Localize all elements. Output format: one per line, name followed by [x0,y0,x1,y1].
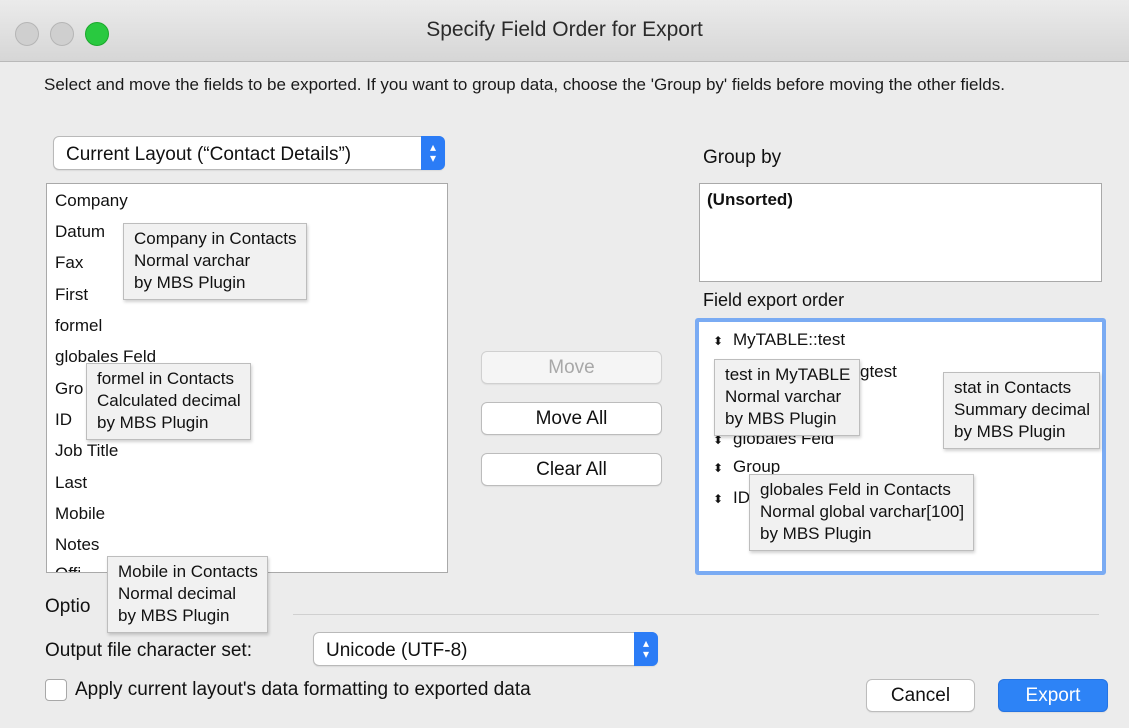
charset-value: Unicode (UTF-8) [326,640,468,661]
move-all-button-label: Move All [535,408,608,429]
order-item-mytable-test[interactable]: ⬍ MyTABLE::test [713,330,845,350]
popup-stepper-icon: ▴ ▾ [421,136,445,170]
list-item-formel[interactable]: formel [55,316,102,336]
clear-all-button-label: Clear All [536,459,607,480]
cancel-button[interactable]: Cancel [866,679,975,712]
instructions-text: Select and move the fields to be exporte… [44,75,1005,94]
export-button[interactable]: Export [998,679,1108,712]
tooltip-globales-feld: globales Feld in Contacts Normal global v… [749,474,975,551]
order-item-id[interactable]: ⬍ ID [713,488,750,508]
title-bar: Specify Field Order for Export [0,0,1129,62]
list-item-first[interactable]: First [55,285,88,305]
list-item-office[interactable]: Offi [55,564,81,572]
list-item-company[interactable]: Company [55,191,128,211]
apply-formatting-checkbox[interactable] [45,679,67,701]
charset-label: Output file character set: [45,640,252,661]
tooltip-company: Company in Contacts Normal varchar by MBS … [123,223,307,300]
apply-formatting-label: Apply current layout's data formatting t… [75,679,531,700]
tooltip-formel: formel in Contacts Calculated decimal by M… [86,363,251,440]
group-by-list[interactable]: (Unsorted) [699,183,1102,282]
field-export-order-label: Field export order [703,290,845,310]
list-item-job-title[interactable]: Job Title [55,441,118,461]
order-item-gtest[interactable]: gtest [860,362,897,382]
list-item-last[interactable]: Last [55,473,87,493]
list-item-group[interactable]: Gro [55,379,83,399]
move-button[interactable]: Move [481,351,662,384]
window-title: Specify Field Order for Export [426,18,703,41]
move-all-button[interactable]: Move All [481,402,662,435]
list-item-mobile[interactable]: Mobile [55,504,105,524]
source-layout-value: Current Layout (“Contact Details”) [66,144,352,165]
tooltip-test: test in MyTABLE Normal varchar by MBS Plug… [714,359,861,436]
popup-stepper-icon: ▴ ▾ [634,632,658,666]
group-by-item-unsorted[interactable]: (Unsorted) [707,190,793,210]
tooltip-stat: stat in Contacts Summary decimal by MBS Pl… [943,372,1101,449]
list-item-fax[interactable]: Fax [55,253,83,273]
tooltip-mobile: Mobile in Contacts Normal decimal by MBS P… [107,556,268,633]
drag-handle-icon[interactable]: ⬍ [713,492,733,506]
list-item-notes[interactable]: Notes [55,535,99,555]
clear-all-button[interactable]: Clear All [481,453,662,486]
export-button-label: Export [1025,685,1081,706]
group-by-label: Group by [703,147,782,168]
list-item-id[interactable]: ID [55,410,72,430]
options-divider [293,614,1099,615]
move-button-label: Move [548,357,595,378]
drag-handle-icon[interactable]: ⬍ [713,461,733,475]
source-layout-popup[interactable]: Current Layout (“Contact Details”) ▴ ▾ [53,136,445,170]
charset-popup[interactable]: Unicode (UTF-8) ▴ ▾ [313,632,658,666]
cancel-button-label: Cancel [890,685,951,706]
options-label: Optio [45,596,91,617]
drag-handle-icon[interactable]: ⬍ [713,334,733,348]
list-item-datum[interactable]: Datum [55,222,105,242]
